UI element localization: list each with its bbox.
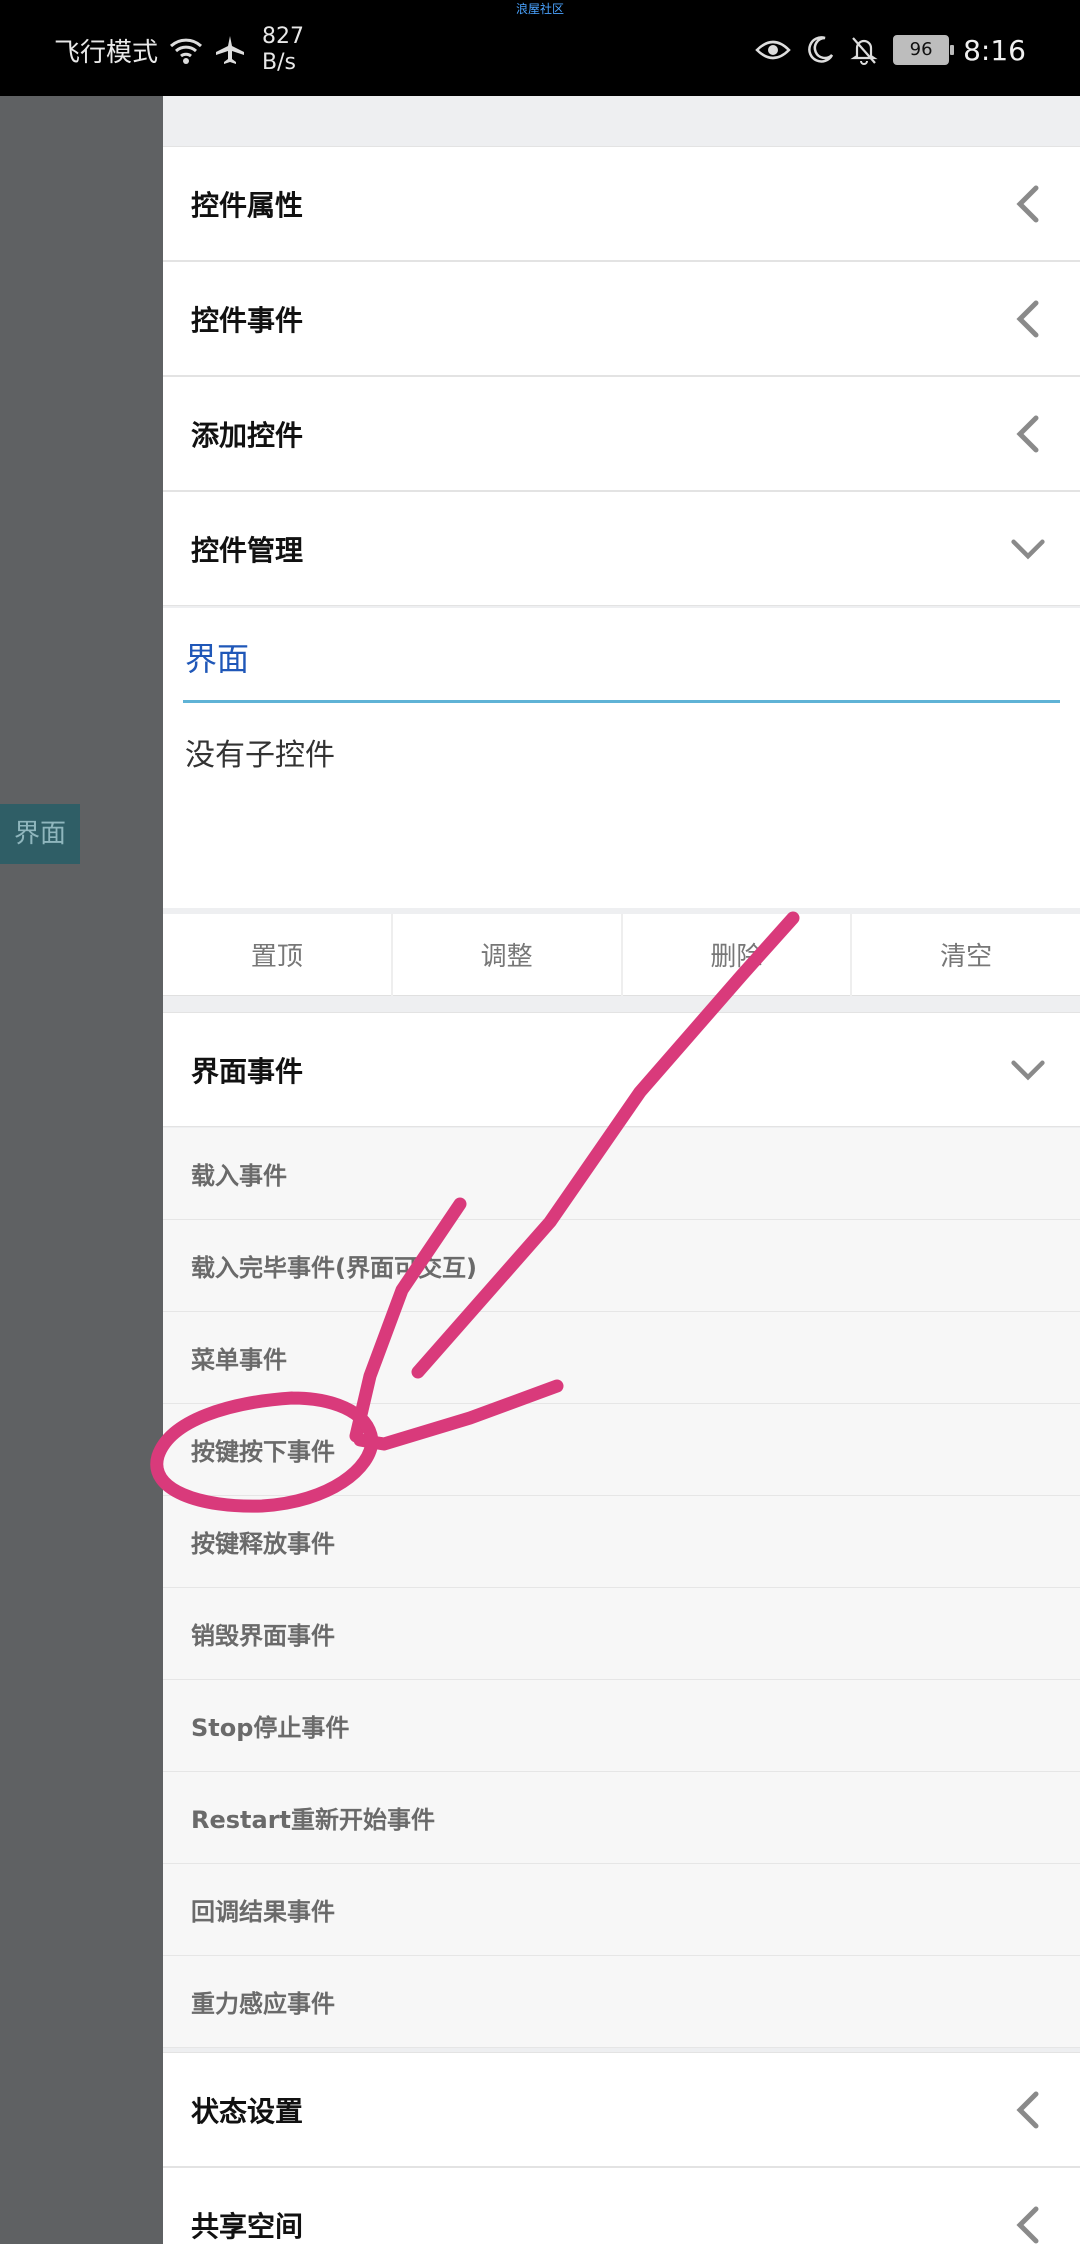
control-tree-panel: 界面 没有子控件	[163, 608, 1080, 908]
chevron-left-icon	[1016, 2206, 1039, 2243]
section-control-manage[interactable]: 控件管理	[163, 491, 1080, 606]
status-left: 飞行模式 827 B/s	[54, 22, 304, 78]
chevron-left-icon	[1016, 300, 1039, 337]
section-ui-events[interactable]: 界面事件	[163, 1012, 1080, 1127]
pin-top-button[interactable]: 置顶	[163, 914, 391, 996]
section-shared-space[interactable]: 共享空间	[163, 2167, 1080, 2244]
event-item-menu[interactable]: 菜单事件	[163, 1312, 1080, 1404]
event-item-restart[interactable]: Restart重新开始事件	[163, 1772, 1080, 1864]
section-control-properties[interactable]: 控件属性	[163, 146, 1080, 261]
airplane-icon	[216, 36, 245, 64]
event-item-load-complete[interactable]: 载入完毕事件(界面可交互)	[163, 1220, 1080, 1312]
event-item-load[interactable]: 载入事件	[163, 1128, 1080, 1220]
adjust-button[interactable]: 调整	[392, 914, 621, 996]
event-item-gravity-sensor[interactable]: 重力感应事件	[163, 1956, 1080, 2048]
wifi-icon	[169, 38, 203, 64]
section-label: 界面事件	[191, 1054, 304, 1088]
properties-drawer: 控件属性 控件事件 添加控件 控件管理 界面 没有子控件 置顶 调整 删除 清空	[163, 96, 1080, 2244]
ui-event-list: 载入事件 载入完毕事件(界面可交互) 菜单事件 按键按下事件 按键释放事件 销毁…	[163, 1128, 1080, 2048]
net-speed-unit: B/s	[262, 50, 296, 75]
side-tab-ui[interactable]: 界面	[0, 804, 80, 864]
chevron-left-icon	[1016, 185, 1039, 222]
section-label: 共享空间	[191, 2209, 304, 2243]
section-label: 控件管理	[191, 533, 304, 567]
moon-icon	[808, 36, 834, 63]
status-center-label: 浪屋社区	[515, 2, 564, 16]
event-item-key-up[interactable]: 按键释放事件	[163, 1496, 1080, 1588]
battery-indicator: 96	[893, 35, 955, 65]
section-label: 控件事件	[191, 303, 304, 337]
clock: 8:16	[963, 33, 1026, 67]
panel-title[interactable]: 界面	[185, 634, 249, 680]
section-state-settings[interactable]: 状态设置	[163, 2052, 1080, 2167]
delete-button[interactable]: 删除	[622, 914, 851, 996]
section-control-events[interactable]: 控件事件	[163, 261, 1080, 376]
event-item-callback-result[interactable]: 回调结果事件	[163, 1864, 1080, 1956]
event-item-destroy[interactable]: 销毁界面事件	[163, 1588, 1080, 1680]
event-item-key-down[interactable]: 按键按下事件	[163, 1404, 1080, 1496]
net-speed: 827 B/s	[262, 24, 304, 76]
chevron-left-icon	[1016, 2091, 1039, 2128]
section-label: 添加控件	[191, 418, 304, 452]
manage-button-bar: 置顶 调整 删除 清空	[163, 914, 1080, 996]
empty-children-text: 没有子控件	[185, 738, 335, 773]
chevron-down-icon	[1011, 539, 1045, 559]
dimmed-background[interactable]: 界面	[0, 96, 163, 2244]
clear-button[interactable]: 清空	[852, 914, 1080, 996]
panel-title-underline	[183, 700, 1060, 703]
chevron-down-icon	[1011, 1060, 1045, 1080]
status-right: 96 8:16	[755, 22, 1026, 78]
bell-muted-icon	[850, 37, 878, 65]
status-bar: 飞行模式 827 B/s 浪屋社区 96 8:16	[0, 0, 1080, 96]
net-speed-value: 827	[262, 24, 305, 49]
eye-icon	[755, 40, 791, 60]
section-add-control[interactable]: 添加控件	[163, 376, 1080, 491]
screen: 飞行模式 827 B/s 浪屋社区 96 8:16 界面 控件属性 控件事件 添…	[0, 0, 1080, 2244]
chevron-left-icon	[1016, 415, 1039, 452]
section-label: 状态设置	[191, 2094, 304, 2128]
section-label: 控件属性	[191, 188, 304, 222]
carrier-label: 飞行模式	[54, 37, 159, 68]
event-item-stop[interactable]: Stop停止事件	[163, 1680, 1080, 1772]
